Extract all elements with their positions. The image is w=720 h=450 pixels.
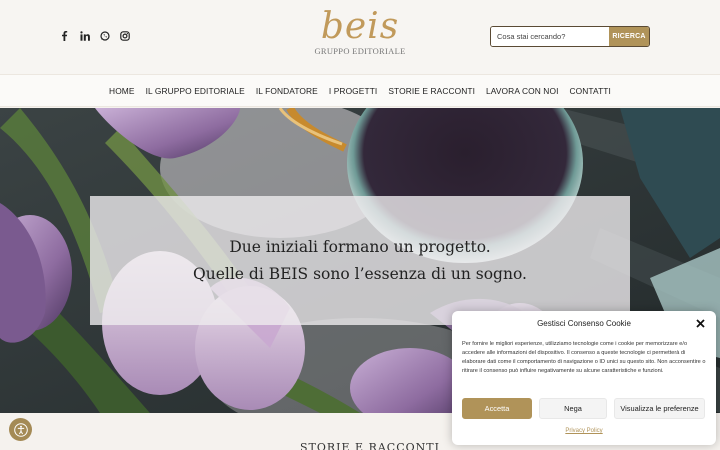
search-input[interactable] <box>491 27 609 46</box>
view-preferences-button[interactable]: Visualizza le preferenze <box>614 398 705 419</box>
whatsapp-icon[interactable] <box>100 30 110 42</box>
nav-item-storie-racconti[interactable]: STORIE E RACCONTI <box>388 86 475 96</box>
cookie-actions: Accetta Nega Visualizza le preferenze <box>462 398 705 419</box>
cookie-consent-dialog: Gestisci Consenso Cookie Per fornire le … <box>452 311 716 445</box>
hero-tagline-line2: Quelle di BEIS sono l’essenza di un sogn… <box>193 264 527 283</box>
instagram-icon[interactable] <box>120 30 130 42</box>
hero-tagline-box: Due iniziali formano un progetto. Quelle… <box>90 196 630 325</box>
site-header: beis GRUPPO EDITORIALE RICERCA <box>0 0 720 74</box>
linkedin-icon[interactable] <box>80 30 90 42</box>
close-icon <box>696 319 705 328</box>
social-links <box>60 30 130 42</box>
section-heading-storie: STORIE E RACCONTI <box>300 441 440 450</box>
hero-tagline-line1: Due iniziali formano un progetto. <box>229 237 491 256</box>
deny-button[interactable]: Nega <box>539 398 607 419</box>
site-logo[interactable]: beis GRUPPO EDITORIALE <box>300 6 420 57</box>
accessibility-button[interactable] <box>9 418 32 441</box>
main-nav: HOME IL GRUPPO EDITORIALE IL FONDATORE I… <box>0 74 720 107</box>
cookie-dialog-title: Gestisci Consenso Cookie <box>537 319 631 328</box>
nav-item-lavora-con-noi[interactable]: LAVORA CON NOI <box>486 86 558 96</box>
nav-item-gruppo-editoriale[interactable]: IL GRUPPO EDITORIALE <box>146 86 245 96</box>
accept-button[interactable]: Accetta <box>462 398 532 419</box>
close-button[interactable] <box>695 318 706 329</box>
nav-item-home[interactable]: HOME <box>109 86 135 96</box>
logo-mark: beis <box>320 6 400 47</box>
facebook-icon[interactable] <box>60 30 70 42</box>
logo-subtitle: GRUPPO EDITORIALE <box>314 46 406 56</box>
accessibility-icon <box>13 422 28 437</box>
privacy-policy-link[interactable]: Privacy Policy <box>452 428 716 434</box>
nav-item-contatti[interactable]: CONTATTI <box>570 86 611 96</box>
search-form: RICERCA <box>490 26 650 47</box>
nav-item-fondatore[interactable]: IL FONDATORE <box>256 86 318 96</box>
cookie-dialog-text: Per fornire le migliori esperienze, util… <box>462 341 706 374</box>
nav-item-progetti[interactable]: I PROGETTI <box>329 86 377 96</box>
search-button[interactable]: RICERCA <box>609 27 649 46</box>
